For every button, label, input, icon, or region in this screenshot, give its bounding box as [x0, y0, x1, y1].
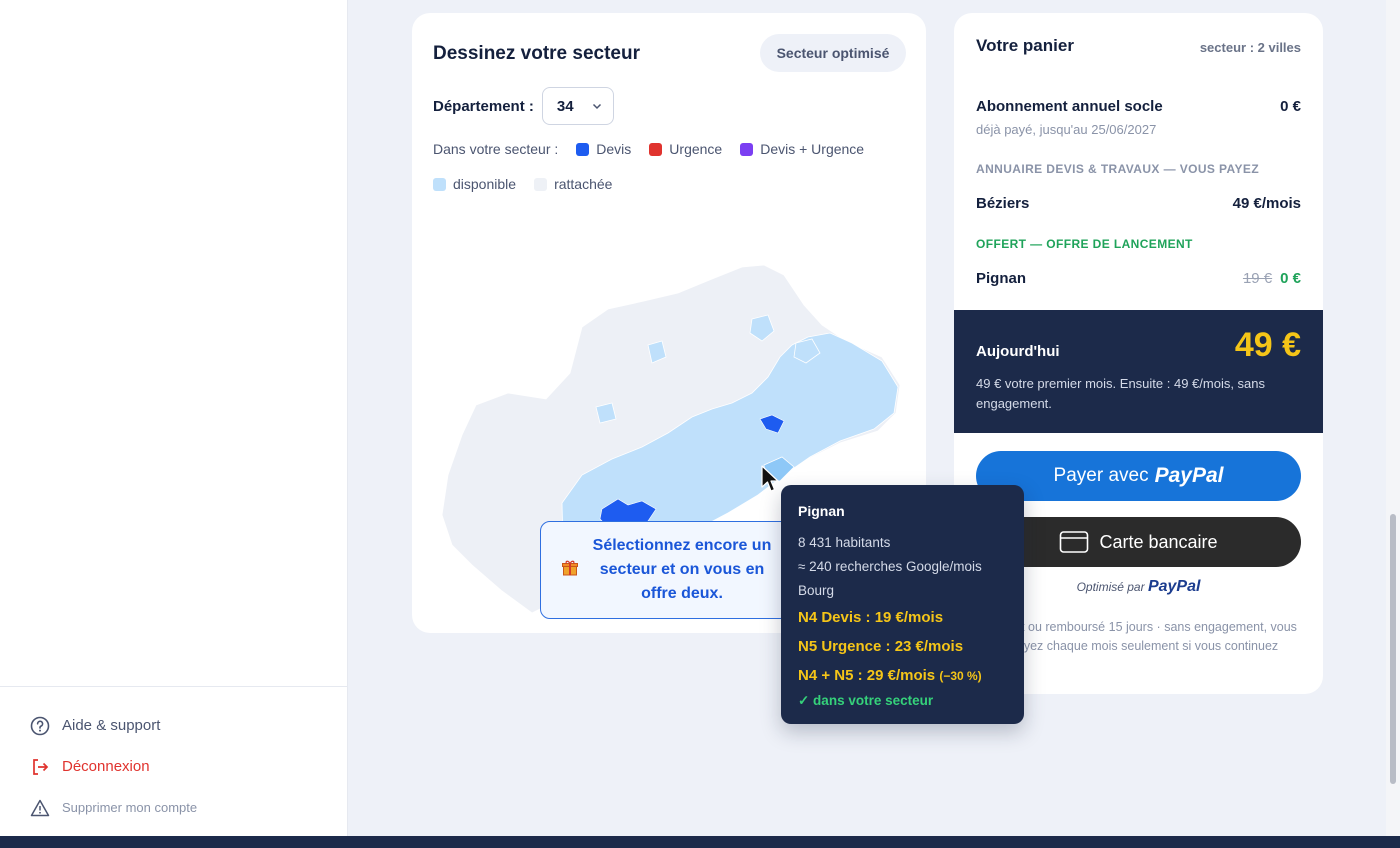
- department-row: Département : 34: [433, 87, 614, 125]
- gift-icon: [561, 559, 579, 582]
- powered-by-paypal-logo: PayPal: [1147, 578, 1201, 595]
- paid-city-line: Béziers 49 €/mois: [976, 195, 1301, 212]
- chevron-down-icon: [592, 103, 601, 110]
- tooltip-price-devis: N4 Devis : 19 €/mois: [798, 609, 944, 626]
- legend-label-attached: rattachée: [554, 176, 613, 192]
- department-value: 34: [556, 97, 574, 115]
- optimized-sector-button[interactable]: Secteur optimisé: [760, 34, 906, 72]
- legend-label-devis-urgence: Devis + Urgence: [760, 141, 865, 157]
- credit-card-label: Carte bancaire: [1099, 531, 1218, 552]
- offer-text: Sélectionnez encore un secteur et on vou…: [592, 537, 772, 602]
- legend-attached: rattachée: [534, 176, 612, 192]
- tooltip-discount: (−30 %): [939, 669, 982, 683]
- free-city-name: Pignan: [976, 270, 1027, 287]
- free-city-line: Pignan 19 € 0 €: [976, 270, 1301, 287]
- legend-label-urgence: Urgence: [669, 141, 723, 157]
- warning-icon: [30, 799, 50, 816]
- credit-card-icon: [1060, 531, 1089, 553]
- legend-swatch-devis: [576, 142, 590, 156]
- tooltip-city-name: Pignan: [798, 503, 845, 519]
- total-today-note: 49 € votre premier mois. Ensuite : 49 €/…: [976, 376, 1266, 411]
- sidebar: Aide & support Déconnexion Supprimer mon…: [0, 0, 348, 836]
- delete-account-label: Supprimer mon compte: [62, 800, 198, 815]
- legend-devis: Devis: [576, 141, 631, 157]
- paid-section-heading: ANNUAIRE DEVIS & TRAVAUX — VOUS PAYEZ: [976, 162, 1260, 176]
- department-select[interactable]: 34: [541, 87, 614, 125]
- legend-swatch-devis-urgence: [740, 142, 754, 156]
- cart-sector-count: secteur : 2 villes: [1199, 40, 1301, 55]
- mouse-cursor-icon: [761, 465, 779, 492]
- legend-swatch-attached: [534, 177, 548, 191]
- total-today-label: Aujourd'hui: [976, 343, 1060, 360]
- tooltip-price-both: N4 + N5 : 29 €/mois (−30 %): [798, 661, 1007, 691]
- powered-by-prefix: Optimisé par: [1076, 580, 1145, 594]
- legend-swatch-available: [433, 177, 446, 191]
- free-city-old-price: 19 €: [1242, 270, 1273, 287]
- help-support-link[interactable]: Aide & support: [0, 705, 347, 746]
- help-support-label: Aide & support: [62, 717, 161, 734]
- legend-label-devis: Devis: [596, 141, 632, 157]
- free-section-heading: OFFERT — OFFRE DE LANCEMENT: [976, 237, 1193, 251]
- legend-row-sector: Dans votre secteur : Devis Urgence Devis…: [433, 141, 882, 157]
- logout-icon: [33, 758, 49, 775]
- base-subscription-line: Abonnement annuel socle 0 €: [976, 98, 1301, 115]
- free-city-price: 0 €: [1280, 270, 1301, 287]
- guarantee-note: Satisfait ou remboursé 15 jours · sans e…: [980, 620, 1297, 653]
- logout-label: Déconnexion: [62, 758, 150, 775]
- legend-swatch-urgence: [649, 142, 663, 156]
- tooltip-inhabitants: 8 431 habitants: [798, 535, 891, 550]
- tooltip-in-sector-status: ✓ dans votre secteur: [798, 693, 934, 708]
- legend-label-available: disponible: [453, 176, 517, 192]
- pay-with-paypal-button[interactable]: Payer avec PayPal: [976, 451, 1301, 501]
- credit-card-button[interactable]: Carte bancaire: [976, 517, 1301, 567]
- map-region-available-center[interactable]: [595, 402, 617, 424]
- paid-city-name: Béziers: [976, 195, 1030, 212]
- legend-caption: Dans votre secteur :: [433, 141, 559, 157]
- map-card-title: Dessinez votre secteur: [433, 43, 640, 64]
- legend-urgence: Urgence: [649, 141, 722, 157]
- total-today-amount: 49 €: [1234, 326, 1301, 364]
- sidebar-footer-links: Aide & support Déconnexion Supprimer mon…: [0, 686, 347, 828]
- base-subscription-label: Abonnement annuel socle: [976, 98, 1163, 115]
- pay-with-paypal-prefix: Payer avec: [1053, 465, 1149, 486]
- department-label: Département :: [433, 97, 534, 115]
- scrollbar-thumb[interactable]: [1390, 514, 1396, 784]
- help-circle-icon: [30, 716, 50, 735]
- delete-account-link[interactable]: Supprimer mon compte: [0, 787, 347, 828]
- page-scrollbar[interactable]: [1386, 0, 1400, 836]
- base-subscription-note: déjà payé, jusqu'au 25/06/2027: [976, 122, 1157, 137]
- paypal-logo: PayPal: [1154, 464, 1224, 487]
- cart-title: Votre panier: [976, 36, 1074, 55]
- base-subscription-price: 0 €: [1280, 98, 1301, 115]
- footer-bar: [0, 836, 1400, 848]
- legend-available: disponible: [433, 176, 516, 192]
- offer-banner: Sélectionnez encore un secteur et on vou…: [540, 521, 790, 619]
- logout-link[interactable]: Déconnexion: [0, 746, 347, 787]
- tooltip-town-type: Bourg: [798, 583, 835, 598]
- paid-city-price: 49 €/mois: [1232, 195, 1301, 212]
- legend-row-status: disponible rattachée: [433, 176, 630, 192]
- city-tooltip: Pignan 8 431 habitants ≈ 240 recherches …: [781, 485, 1024, 724]
- tooltip-price-urgence: N5 Urgence : 23 €/mois: [798, 638, 964, 655]
- legend-devis-urgence: Devis + Urgence: [740, 141, 864, 157]
- total-today-panel: Aujourd'hui 49 € 49 € votre premier mois…: [954, 310, 1323, 433]
- tooltip-searches: ≈ 240 recherches Google/mois: [798, 559, 982, 574]
- tooltip-price-both-value: N4 + N5 : 29 €/mois: [798, 667, 936, 684]
- free-city-price-group: 19 € 0 €: [1243, 270, 1301, 287]
